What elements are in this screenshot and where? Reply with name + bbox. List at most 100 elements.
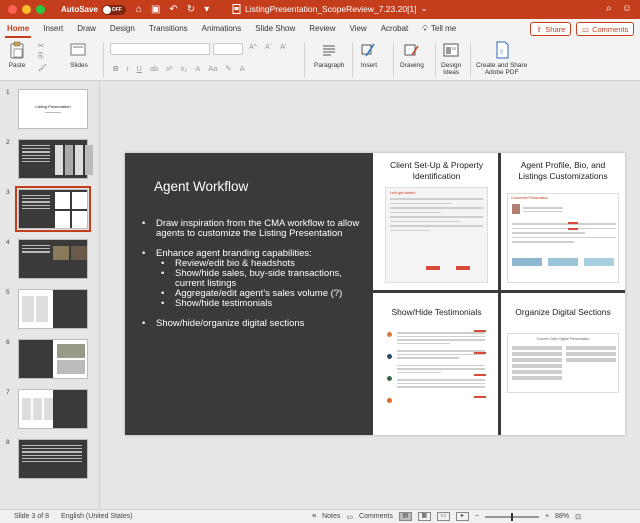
save-icon[interactable]: ▣ xyxy=(151,4,160,15)
format-painter-icon[interactable]: 🖌︎ xyxy=(38,64,47,72)
slide-thumbnail-2[interactable] xyxy=(18,139,93,179)
tab-transitions[interactable]: Transitions xyxy=(142,19,195,39)
font-name-field[interactable] xyxy=(110,43,210,55)
underline-icon[interactable]: U xyxy=(137,64,142,73)
mock-heading: Current Order Digital Presentation xyxy=(536,337,590,341)
mock-line xyxy=(390,202,451,204)
highlight-icon[interactable]: ✎ xyxy=(225,64,231,73)
zoom-window-button[interactable] xyxy=(36,5,45,14)
zoom-slider-knob[interactable] xyxy=(510,512,513,521)
slide-thumbnail-5[interactable] xyxy=(18,289,88,329)
autosave-toggle[interactable]: OFF xyxy=(101,4,126,15)
separator xyxy=(352,43,353,77)
slide-thumbnail-7[interactable] xyxy=(18,389,88,429)
drawing-button[interactable]: Drawing xyxy=(400,41,424,69)
design-ideas-button[interactable]: Design Ideas xyxy=(441,41,461,76)
zoom-out-button[interactable]: − xyxy=(475,513,479,520)
home-icon[interactable]: ⌂ xyxy=(136,4,142,15)
comments-status-button[interactable]: Comments xyxy=(359,513,393,520)
autosave-label: AutoSave xyxy=(61,5,98,14)
italic-icon[interactable]: I xyxy=(126,64,128,73)
notes-button[interactable]: Notes xyxy=(322,513,340,520)
panel-client-setup[interactable]: Client Set-Up & Property Identification … xyxy=(375,153,498,290)
notes-icon: ≡ xyxy=(312,513,317,520)
font-size-field[interactable] xyxy=(213,43,243,55)
slide-thumbnail-6[interactable] xyxy=(18,339,88,379)
tab-draw[interactable]: Draw xyxy=(70,19,103,39)
bold-icon[interactable]: B xyxy=(113,64,118,73)
slide-editor[interactable]: Agent Workflow • Draw inspiration from th… xyxy=(101,81,640,509)
bullet-item: • Show/hide/organize digital sections xyxy=(142,319,367,329)
copy-icon[interactable]: ⎘ xyxy=(38,53,47,61)
mock-heading: Let's get started xyxy=(390,191,415,195)
tab-acrobat[interactable]: Acrobat xyxy=(374,19,416,39)
panel-organize-sections[interactable]: Organize Digital Sections Current Order … xyxy=(501,293,625,435)
tab-animations[interactable]: Animations xyxy=(195,19,249,39)
separator xyxy=(103,43,104,77)
tab-insert[interactable]: Insert xyxy=(36,19,70,39)
comments-status-icon: ▭ xyxy=(346,513,354,521)
slide-bullets[interactable]: • Draw inspiration from the CMA workflow … xyxy=(142,219,367,339)
slide-sorter-view-button[interactable]: ▦ xyxy=(417,512,431,521)
panel-agent-profile[interactable]: Agent Profile, Bio, and Listings Customi… xyxy=(501,153,625,290)
slide-thumbnail-1[interactable]: Listing Presentation xyxy=(18,89,88,129)
slide-text-panel[interactable]: Agent Workflow • Draw inspiration from th… xyxy=(125,153,373,435)
tab-slide-show[interactable]: Slide Show xyxy=(248,19,302,39)
paste-button[interactable]: Paste xyxy=(8,41,26,69)
slide-title[interactable]: Agent Workflow xyxy=(154,179,248,194)
normal-view-button[interactable]: ▤ xyxy=(398,512,412,521)
zoom-level[interactable]: 88% xyxy=(555,513,569,520)
document-title[interactable]: ListingPresentation_ScopeReview_7.23.20[… xyxy=(232,3,428,14)
testimonials-screenshot xyxy=(385,328,488,428)
reading-view-button[interactable]: ▭ xyxy=(436,512,450,521)
tab-home[interactable]: Home xyxy=(0,19,36,39)
decrease-font-icon[interactable]: Aˇ xyxy=(265,44,272,51)
cut-icon[interactable]: ✂ xyxy=(38,42,47,50)
sub-bullet-text: Show/hide sales, buy-side transactions, … xyxy=(175,268,342,289)
slide-thumbnail-3[interactable] xyxy=(15,186,91,232)
current-slide[interactable]: Agent Workflow • Draw inspiration from th… xyxy=(125,153,625,435)
tab-view[interactable]: View xyxy=(343,19,374,39)
insert-button[interactable]: Insert xyxy=(360,41,378,69)
zoom-in-button[interactable]: + xyxy=(545,513,549,520)
text-effects-icon[interactable]: A xyxy=(195,64,200,73)
redo-icon[interactable]: ↻ xyxy=(187,4,195,15)
tab-design[interactable]: Design xyxy=(103,19,142,39)
font-color-icon[interactable]: A xyxy=(240,64,245,73)
language-indicator[interactable]: English (United States) xyxy=(61,513,133,520)
paragraph-button[interactable]: Paragraph xyxy=(314,41,344,69)
strikethrough-icon[interactable]: ab xyxy=(150,64,158,73)
clear-format-icon[interactable]: A̸ xyxy=(280,44,285,51)
autosave: AutoSave OFF xyxy=(61,4,126,15)
account-icon[interactable]: ☺ xyxy=(622,3,632,14)
slide-thumbnail-4[interactable] xyxy=(18,239,88,279)
customize-toolbar-icon[interactable]: ▾ xyxy=(204,4,209,15)
slides-button[interactable]: Slides xyxy=(70,41,88,69)
tab-review[interactable]: Review xyxy=(302,19,342,39)
tell-me[interactable]: 💡︎ Tell me xyxy=(415,19,463,39)
slides-label: Slides xyxy=(70,62,88,69)
increase-font-icon[interactable]: A^ xyxy=(249,44,257,51)
slideshow-view-button[interactable]: ▸ xyxy=(455,512,469,521)
undo-icon[interactable]: ↶ xyxy=(169,4,177,15)
zoom-slider[interactable] xyxy=(484,512,539,521)
fit-to-window-icon[interactable]: ⊡ xyxy=(575,513,581,521)
panel-testimonials[interactable]: Show/Hide Testimonials xyxy=(375,293,498,435)
close-window-button[interactable] xyxy=(8,5,17,14)
subscript-icon[interactable]: x₂ xyxy=(181,64,188,73)
create-share-label-line1: Create and Share xyxy=(476,62,528,69)
change-case-icon[interactable]: Aa xyxy=(208,64,217,73)
slide-thumbnail-8[interactable] xyxy=(18,439,88,479)
clipboard-tools: ✂ ⎘ 🖌︎ xyxy=(38,42,47,72)
thumb-images xyxy=(22,296,48,322)
search-icon[interactable]: ⌕ xyxy=(606,3,612,14)
pptx-file-icon xyxy=(232,3,241,14)
svg-text:⇧: ⇧ xyxy=(499,49,504,56)
separator xyxy=(435,43,436,77)
minimize-window-button[interactable] xyxy=(22,5,31,14)
thumb-number: 1 xyxy=(6,89,10,96)
share-button[interactable]: ⇪ Share xyxy=(530,22,572,36)
create-share-pdf-button[interactable]: ⇧ Create and Share Adobe PDF xyxy=(476,41,527,76)
superscript-icon[interactable]: x² xyxy=(166,64,172,73)
comments-button[interactable]: ▭ Comments xyxy=(576,22,635,36)
